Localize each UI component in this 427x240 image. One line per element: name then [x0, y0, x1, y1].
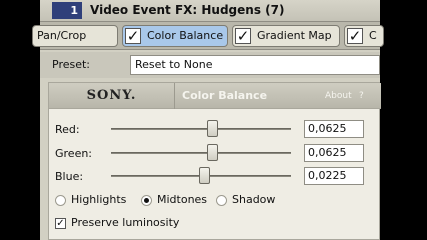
plugin-name: Color Balance	[182, 89, 268, 102]
video-event-fx-window: 1 Video Event FX: Hudgens (7) Pan/Crop ✓…	[32, 0, 384, 240]
shadow-label: Shadow	[232, 193, 276, 206]
red-slider-track[interactable]	[111, 128, 291, 130]
tab-label: C	[369, 29, 377, 42]
plugin-chain-tabs: Pan/Crop ✓ Color Balance ✓ Gradient Map …	[32, 22, 384, 50]
highlights-label: Highlights	[71, 193, 127, 206]
midtones-radio[interactable]	[141, 195, 152, 206]
title-bar: 1 Video Event FX: Hudgens (7)	[40, 0, 380, 22]
window-number: 1	[52, 2, 82, 19]
tab-color-balance[interactable]: ✓ Color Balance	[122, 25, 228, 47]
about-link[interactable]: About	[325, 91, 352, 101]
preserve-luminosity-label: Preserve luminosity	[71, 216, 180, 229]
tab-gradient-map[interactable]: ✓ Gradient Map	[232, 25, 340, 47]
preserve-luminosity-checkbox[interactable]: ✓	[55, 218, 66, 229]
tab-next-plugin[interactable]: ✓ C	[344, 25, 384, 47]
tab-label: Gradient Map	[257, 29, 332, 42]
check-icon[interactable]: ✓	[125, 28, 141, 44]
green-slider-track[interactable]	[111, 152, 291, 154]
screen: 1 Video Event FX: Hudgens (7) Pan/Crop ✓…	[0, 0, 427, 240]
preset-row: Preset: Reset to None	[40, 52, 380, 78]
red-value-field[interactable]: 0,0625	[304, 120, 364, 138]
red-label: Red:	[55, 123, 80, 136]
shadow-radio[interactable]	[216, 195, 227, 206]
help-link[interactable]: ?	[359, 91, 364, 101]
check-icon[interactable]: ✓	[235, 28, 251, 44]
blue-label: Blue:	[55, 170, 84, 183]
tab-pan-crop[interactable]: Pan/Crop	[32, 25, 118, 47]
plugin-header: SONY. Color Balance About ?	[49, 83, 381, 109]
green-value-field[interactable]: 0,0625	[304, 144, 364, 162]
green-label: Green:	[55, 147, 93, 160]
blue-slider-thumb[interactable]	[199, 167, 210, 184]
color-balance-panel: SONY. Color Balance About ? Red: 0,0625 …	[48, 82, 381, 240]
red-slider-thumb[interactable]	[207, 120, 218, 137]
window-title: Video Event FX: Hudgens (7)	[90, 3, 285, 17]
tab-label: Pan/Crop	[37, 29, 87, 42]
check-icon[interactable]: ✓	[347, 28, 363, 44]
sony-logo: SONY.	[49, 83, 175, 109]
preset-dropdown[interactable]: Reset to None	[130, 55, 380, 75]
green-slider-thumb[interactable]	[207, 144, 218, 161]
blue-value-field[interactable]: 0,0225	[304, 167, 364, 185]
tab-label: Color Balance	[147, 29, 224, 42]
midtones-label: Midtones	[157, 193, 208, 206]
preset-label: Preset:	[52, 58, 91, 71]
highlights-radio[interactable]	[55, 195, 66, 206]
